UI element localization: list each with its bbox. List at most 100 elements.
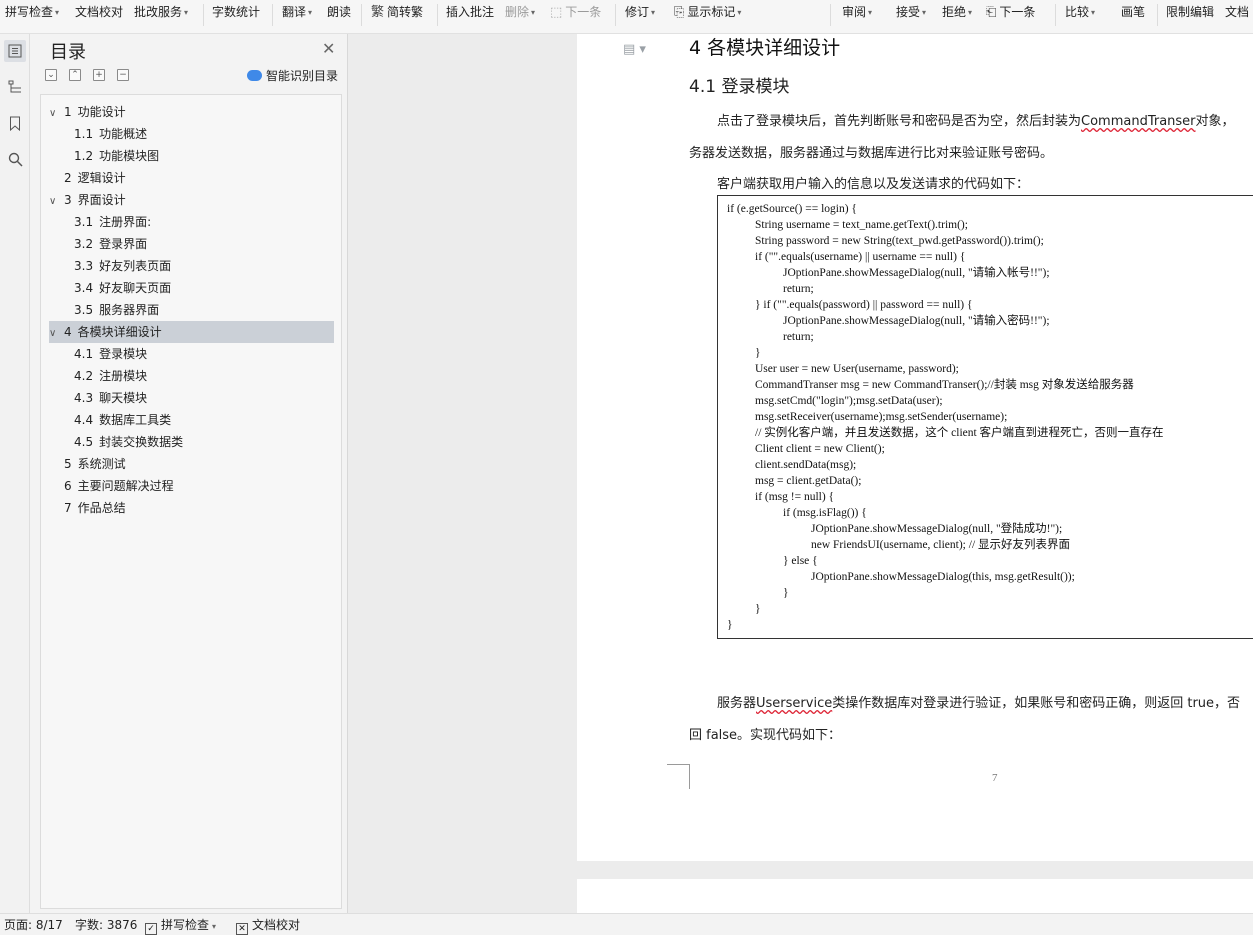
code-line: Client client = new Client(); <box>755 443 885 455</box>
doc-proof-label: 文档校对 <box>75 5 124 19</box>
toc-item[interactable]: 4.4 数据库工具类 <box>74 409 334 431</box>
remove-heading-icon[interactable]: − <box>117 69 129 81</box>
crop-mark <box>667 764 689 765</box>
toc-item-number: 3.4 <box>74 281 94 295</box>
toc-list: ∨ 1 功能设计 1.1 功能概述 1.2 功能模块图 2 逻辑设计 ∨ 3 界面设计 3.1 注册界面:… <box>40 94 342 909</box>
doc-proof-toggle[interactable]: ✕ 文档校对 <box>236 917 301 935</box>
word-count-button[interactable]: 字数统计 <box>212 3 260 21</box>
toc-item[interactable]: ∨ 1 功能设计 <box>49 101 334 123</box>
paragraph-text: 服务器 <box>717 696 757 711</box>
toc-item-number: 6 <box>64 479 72 493</box>
code-line: msg.setCmd("login");msg.setData(user); <box>755 395 943 407</box>
revise-label: 修订 <box>625 5 650 19</box>
chevron-down-icon: ▾ <box>1091 8 1096 17</box>
toc-view-icon[interactable] <box>4 40 26 62</box>
toc-item-number: 3.2 <box>74 237 94 251</box>
smart-toc-button[interactable]: 智能识别目录 <box>247 67 338 84</box>
ink-button[interactable]: 画笔 <box>1121 3 1145 21</box>
doc-rights-button[interactable]: 文档 <box>1225 3 1249 21</box>
toc-item-number: 4.1 <box>74 347 94 361</box>
accept-label: 接受 <box>896 5 921 19</box>
accept-button[interactable]: 接受 ▾ <box>896 3 926 21</box>
code-line: } <box>755 603 761 615</box>
toc-item-label: 服务器界面 <box>99 303 160 317</box>
code-line: CommandTranser msg = new CommandTranser(… <box>755 379 1134 391</box>
search-icon[interactable] <box>4 148 26 170</box>
spelling-error[interactable]: Userservice <box>756 696 832 711</box>
toc-item[interactable]: 4.3 聊天模块 <box>74 387 334 409</box>
chevron-down-icon: ▾ <box>868 8 873 17</box>
toc-item[interactable]: 2 逻辑设计 <box>49 167 334 189</box>
close-icon[interactable]: ✕ <box>322 39 335 58</box>
toc-item[interactable]: 3.1 注册界面: <box>74 211 334 233</box>
toc-item[interactable]: 3.3 好友列表页面 <box>74 255 334 277</box>
toc-item[interactable]: 4.2 注册模块 <box>74 365 334 387</box>
document-icon[interactable]: ▤ ▾ <box>623 42 646 57</box>
read-aloud-button[interactable]: 朗读 <box>327 3 351 21</box>
paragraph-text: 点击了登录模块后，首先判断账号和密码是否为空，然后封装为 <box>717 114 1082 129</box>
restrict-edit-button[interactable]: 限制编辑 <box>1166 3 1214 21</box>
toc-item[interactable]: 1.1 功能概述 <box>74 123 334 145</box>
crop-mark <box>689 764 690 789</box>
insert-comment-button[interactable]: 插入批注 <box>446 3 494 21</box>
show-marks-button[interactable]: ⎘ 显示标记 ▾ <box>674 3 741 21</box>
next-comment-button[interactable]: ⬚ 下一条 <box>550 3 601 21</box>
doc-proof-status-label: 文档校对 <box>252 918 301 932</box>
chevron-down-icon[interactable]: ∨ <box>49 103 64 125</box>
toc-item-number: 3.5 <box>74 303 94 317</box>
collapse-all-icon[interactable]: ⌄ <box>45 69 57 81</box>
chevron-down-icon: ▾ <box>308 8 313 17</box>
toc-item[interactable]: 7 作品总结 <box>49 497 334 519</box>
nav-icon-strip <box>0 34 30 913</box>
chevron-down-icon: ▾ <box>737 8 742 17</box>
simp-trad-button[interactable]: 繁简转繁 <box>371 3 423 21</box>
review-button[interactable]: 审阅 ▾ <box>842 3 872 21</box>
restrict-edit-label: 限制编辑 <box>1166 5 1215 19</box>
toc-item[interactable]: 5 系统测试 <box>49 453 334 475</box>
compare-button[interactable]: 比较 ▾ <box>1065 3 1095 21</box>
simp-trad-icon: 繁 <box>371 5 385 20</box>
reject-button[interactable]: 拒绝 ▾ <box>942 3 972 21</box>
toc-item[interactable]: 1.2 功能模块图 <box>74 145 334 167</box>
status-bar: 页面: 8/17 字数: 3876 ✓ 拼写检查 ▾ ✕ 文档校对 <box>0 913 1253 935</box>
toc-item[interactable]: 3.4 好友聊天页面 <box>74 277 334 299</box>
next-change-button[interactable]: ⎗ 下一条 <box>986 3 1035 21</box>
bookmark-icon[interactable] <box>4 112 26 134</box>
toc-item[interactable]: 4.5 封装交换数据类 <box>74 431 334 453</box>
doc-proof-button[interactable]: 文档校对 <box>75 3 123 21</box>
toc-item[interactable]: 4.1 登录模块 <box>74 343 334 365</box>
toc-item[interactable]: ∨ 3 界面设计 <box>49 189 334 211</box>
toc-item[interactable]: ∨ 4 各模块详细设计 <box>49 321 334 343</box>
toolbar-divider <box>203 4 204 26</box>
translate-button[interactable]: 翻译 ▾ <box>282 3 312 21</box>
toc-item[interactable]: 3.5 服务器界面 <box>74 299 334 321</box>
next-comment-icon: ⬚ <box>550 5 563 20</box>
show-marks-label: 显示标记 <box>687 5 736 19</box>
toc-item[interactable]: 6 主要问题解决过程 <box>49 475 334 497</box>
toc-item-number: 3.3 <box>74 259 94 273</box>
chapter-nav-icon[interactable] <box>4 76 26 98</box>
toc-item-label: 作品总结 <box>77 501 126 515</box>
paragraph-1: 点击了登录模块后，首先判断账号和密码是否为空，然后封装为CommandTrans… <box>717 110 1235 129</box>
toc-item-label: 界面设计 <box>77 193 126 207</box>
revise-button[interactable]: 修订 ▾ <box>625 3 655 21</box>
spell-check-button[interactable]: 拼写检查 ▾ <box>5 3 59 21</box>
toc-item-label: 逻辑设计 <box>77 171 126 185</box>
toc-item-number: 5 <box>64 457 72 471</box>
add-heading-icon[interactable]: + <box>93 69 105 81</box>
spelling-error[interactable]: CommandTranser <box>1081 114 1196 129</box>
chevron-down-icon[interactable]: ∨ <box>49 323 64 345</box>
toc-item-label: 功能设计 <box>77 105 126 119</box>
word-count-indicator[interactable]: 字数: 3876 <box>75 917 137 933</box>
read-aloud-label: 朗读 <box>327 5 352 19</box>
code-line: client.sendData(msg); <box>755 459 857 471</box>
toc-item-number: 3.1 <box>74 215 94 229</box>
expand-all-icon[interactable]: ⌃ <box>69 69 81 81</box>
code-line: msg.setReceiver(username);msg.setSender(… <box>755 411 1008 423</box>
delete-comment-button[interactable]: 删除 ▾ <box>505 3 535 21</box>
page-indicator[interactable]: 页面: 8/17 <box>4 917 63 933</box>
spell-check-toggle[interactable]: ✓ 拼写检查 ▾ <box>145 917 216 935</box>
chevron-down-icon[interactable]: ∨ <box>49 191 64 213</box>
revise-service-button[interactable]: 批改服务 ▾ <box>134 3 188 21</box>
toc-item[interactable]: 3.2 登录界面 <box>74 233 334 255</box>
